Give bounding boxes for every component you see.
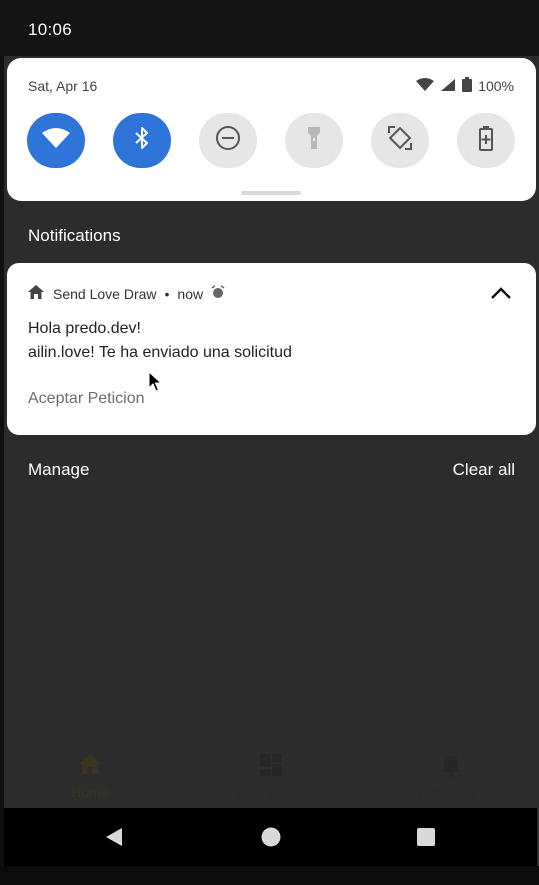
- wifi-tile[interactable]: [27, 113, 85, 168]
- nav-label-notifications: Notifications: [412, 786, 490, 802]
- bluetooth-icon: [134, 126, 150, 155]
- flashlight-icon: [306, 125, 322, 156]
- notification-text: ailin.love! Te ha enviado una solicitud: [28, 344, 292, 361]
- alarm-icon: [211, 285, 225, 302]
- wifi-signal-icon: [416, 77, 435, 95]
- nav-item-dashboard[interactable]: Dashboard: [201, 753, 341, 802]
- clear-all-button[interactable]: Clear all: [453, 460, 515, 480]
- notification-time: now: [177, 285, 204, 302]
- status-time: 10:06: [28, 20, 73, 39]
- do-not-disturb-icon: [215, 125, 241, 156]
- battery-saver-icon: [478, 125, 494, 156]
- notification-app-row: Send Love Draw • now: [27, 284, 225, 303]
- chevron-up-icon[interactable]: [489, 283, 513, 303]
- nav-item-home[interactable]: Home: [20, 753, 160, 800]
- qs-status-icons: 100%: [416, 77, 514, 95]
- bell-icon: [440, 755, 462, 781]
- bluetooth-tile[interactable]: [113, 113, 171, 168]
- dashboard-icon: [259, 754, 283, 781]
- nav-label-home: Home: [71, 784, 109, 800]
- notification-card[interactable]: Send Love Draw • now Hola predo.dev! ail…: [7, 263, 536, 435]
- recents-icon[interactable]: [417, 828, 435, 851]
- accept-request-button[interactable]: Aceptar Peticion: [28, 390, 145, 408]
- auto-rotate-icon: [386, 124, 414, 157]
- mouse-cursor-icon: [148, 370, 163, 398]
- home-app-icon: [27, 284, 45, 303]
- android-screen: 10:06 Sat, Apr 16 100% Notifications Sen…: [0, 0, 539, 885]
- nav-label-dashboard: Dashboard: [236, 786, 306, 802]
- panel-drag-handle[interactable]: [241, 191, 301, 195]
- flashlight-tile[interactable]: [285, 113, 343, 168]
- battery-percent: 100%: [478, 78, 514, 94]
- battery-saver-tile[interactable]: [457, 113, 515, 168]
- rotate-tile[interactable]: [371, 113, 429, 168]
- battery-icon: [462, 77, 473, 95]
- dnd-tile[interactable]: [199, 113, 257, 168]
- nav-item-notifications[interactable]: Notifications: [381, 753, 521, 802]
- bottom-strip: [0, 866, 539, 885]
- separator-dot: •: [164, 285, 170, 302]
- notification-app-name: Send Love Draw: [53, 285, 157, 302]
- status-bar: 10:06: [0, 0, 539, 56]
- notification-title: Hola predo.dev!: [28, 320, 141, 337]
- app-bottom-nav: Home Dashboard Notifications: [0, 735, 539, 808]
- back-icon[interactable]: [104, 827, 124, 852]
- notifications-header: Notifications: [28, 226, 121, 245]
- home-circle-icon[interactable]: [261, 827, 281, 852]
- home-icon: [78, 754, 102, 779]
- qs-date: Sat, Apr 16: [28, 78, 98, 94]
- cell-signal-icon: [440, 78, 456, 95]
- system-nav-bar: [4, 808, 537, 866]
- wifi-icon: [41, 127, 71, 154]
- quick-settings-panel: Sat, Apr 16 100%: [7, 58, 536, 201]
- manage-button[interactable]: Manage: [28, 460, 89, 480]
